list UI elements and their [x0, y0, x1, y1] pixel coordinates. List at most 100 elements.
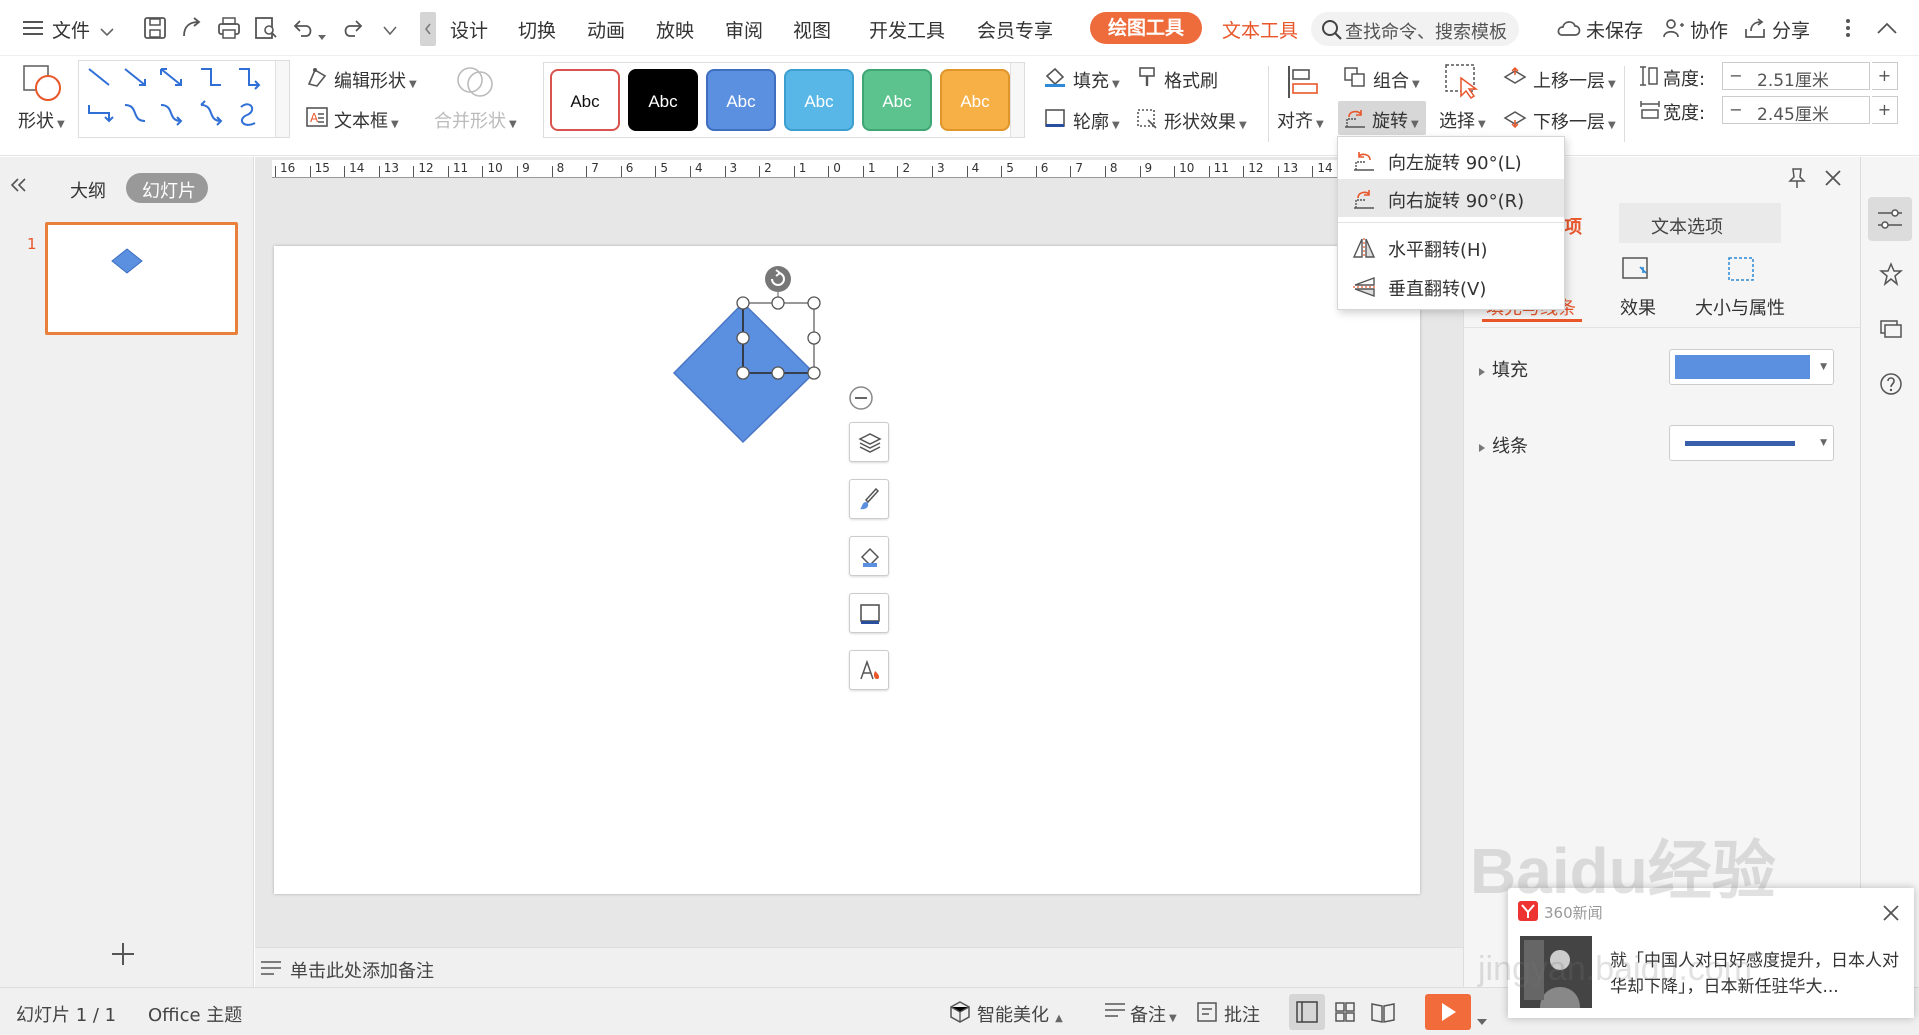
quick-outline-button[interactable] — [849, 593, 889, 633]
effect-icon[interactable] — [1620, 255, 1650, 287]
tab-text-options[interactable]: 文本选项 — [1619, 203, 1781, 243]
select-button[interactable]: 选择 ▼ — [1439, 107, 1486, 133]
fill-button[interactable]: 填充 ▼ — [1073, 67, 1120, 93]
tab-developer[interactable]: 开发工具 — [869, 16, 945, 43]
tab-slideshow[interactable]: 放映 — [656, 16, 694, 43]
textbox-icon[interactable]: A — [305, 106, 329, 132]
normal-view-button[interactable] — [1289, 994, 1325, 1030]
theme-name[interactable]: Office 主题 — [148, 1001, 242, 1027]
format-painter-button[interactable]: 格式刷 — [1164, 67, 1218, 93]
cloud-sync-icon[interactable] — [1556, 17, 1582, 43]
bring-forward-button[interactable]: 上移一层 ▼ — [1533, 67, 1616, 93]
transition-icon[interactable] — [1879, 317, 1903, 345]
menu-flip-vertical[interactable]: 垂直翻转(V) — [1338, 267, 1564, 305]
print-preview-icon[interactable] — [253, 16, 279, 44]
gallery-scrollbar[interactable] — [275, 61, 289, 137]
line-shapes-icon[interactable] — [79, 61, 277, 137]
comments-button[interactable]: 批注 — [1224, 1001, 1260, 1027]
text-effect-button[interactable] — [849, 650, 889, 690]
quick-fill-button[interactable] — [849, 536, 889, 576]
style-box-3[interactable]: Abc — [706, 69, 776, 131]
fill-color-picker[interactable]: ▼ — [1669, 349, 1834, 385]
tab-slides[interactable]: 幻灯片 — [126, 173, 208, 203]
height-increment[interactable]: + — [1872, 62, 1898, 90]
select-icon[interactable] — [1443, 62, 1481, 104]
save-icon[interactable] — [143, 16, 167, 44]
menu-flip-horizontal[interactable]: 水平翻转(H) — [1338, 228, 1564, 266]
play-slideshow-button[interactable] — [1425, 994, 1471, 1030]
align-button[interactable]: 对齐 ▼ — [1277, 107, 1324, 133]
expand-fill-icon[interactable] — [1478, 362, 1486, 381]
width-increment[interactable]: + — [1872, 96, 1898, 124]
tab-view[interactable]: 视图 — [793, 16, 831, 43]
notes-toggle-button[interactable]: 备注 ▼ — [1130, 1001, 1177, 1027]
comments-icon[interactable] — [1195, 1000, 1219, 1028]
tab-text-tools[interactable]: 文本工具 — [1222, 16, 1298, 43]
send-backward-button[interactable]: 下移一层 ▼ — [1533, 108, 1616, 134]
properties-tool[interactable] — [1868, 197, 1912, 241]
redo-icon[interactable] — [340, 17, 364, 43]
fill-icon[interactable] — [1043, 66, 1067, 92]
styles-scrollbar[interactable] — [1010, 63, 1024, 137]
outline-icon[interactable] — [1043, 107, 1067, 133]
align-icon[interactable] — [1285, 64, 1321, 104]
smart-beautify-button[interactable]: 智能美化 ▲ — [977, 1001, 1063, 1027]
line-shapes-gallery[interactable] — [78, 60, 290, 138]
height-input[interactable]: − 2.51厘米 — [1722, 62, 1870, 91]
shape-button[interactable]: 形状 ▼ — [18, 107, 65, 133]
menu-rotate-left-90[interactable]: 向左旋转 90°(L) — [1338, 141, 1564, 179]
send-backward-icon[interactable] — [1502, 107, 1528, 133]
smart-beautify-icon[interactable] — [948, 1000, 972, 1028]
close-news-icon[interactable] — [1882, 904, 1900, 926]
style-box-4[interactable]: Abc — [784, 69, 854, 131]
collapse-panel-icon[interactable] — [10, 177, 28, 196]
size-property-icon[interactable] — [1726, 255, 1756, 287]
undo-dropdown-icon[interactable] — [318, 26, 326, 45]
tab-shape-options[interactable]: 项 — [1564, 213, 1582, 239]
shape-icon[interactable] — [22, 64, 62, 106]
tab-review[interactable]: 审阅 — [725, 16, 763, 43]
rotation-handle[interactable] — [765, 266, 791, 292]
animation-star-icon[interactable] — [1878, 262, 1904, 290]
line-style-picker[interactable]: ▼ — [1669, 425, 1834, 461]
subtab-effect[interactable]: 效果 — [1620, 294, 1656, 320]
expand-line-icon[interactable] — [1478, 438, 1486, 457]
chevron-down-icon[interactable] — [100, 22, 114, 41]
group-button[interactable]: 组合 ▼ — [1373, 67, 1420, 93]
style-box-5[interactable]: Abc — [862, 69, 932, 131]
pin-icon[interactable] — [1786, 167, 1808, 193]
slide[interactable] — [274, 246, 1420, 894]
bring-forward-icon[interactable] — [1502, 66, 1528, 92]
line-section-label[interactable]: 线条 — [1492, 432, 1528, 458]
collaborate-button[interactable]: 协作 — [1690, 16, 1728, 43]
edit-shape-icon[interactable] — [305, 66, 329, 92]
style-box-2[interactable]: Abc — [628, 69, 698, 131]
layer-button[interactable] — [849, 422, 889, 462]
menu-rotate-right-90[interactable]: 向右旋转 90°(R) — [1338, 179, 1564, 217]
share-icon[interactable] — [1743, 17, 1767, 43]
tab-transition[interactable]: 切换 — [518, 16, 556, 43]
shape-effect-icon[interactable] — [1135, 107, 1159, 133]
tab-outline[interactable]: 大纲 — [70, 177, 106, 203]
play-options-icon[interactable] — [1477, 1010, 1487, 1029]
hamburger-icon[interactable] — [22, 18, 44, 42]
unsaved-status[interactable]: 未保存 — [1586, 16, 1643, 43]
tab-animation[interactable]: 动画 — [587, 16, 625, 43]
shape-style-button[interactable] — [849, 479, 889, 519]
style-box-6[interactable]: Abc — [940, 69, 1010, 131]
help-icon[interactable] — [1879, 372, 1903, 400]
tab-drawing-tools[interactable]: 绘图工具 — [1090, 12, 1203, 44]
subtab-size-properties[interactable]: 大小与属性 — [1695, 294, 1785, 320]
format-painter-icon[interactable] — [1136, 66, 1160, 92]
style-box-1[interactable]: Abc — [550, 69, 620, 131]
shape-effect-button[interactable]: 形状效果 ▼ — [1164, 108, 1247, 134]
collapse-toolbar-icon[interactable] — [848, 385, 874, 415]
rotate-button[interactable]: 旋转 ▼ — [1338, 101, 1426, 135]
reading-view-icon[interactable] — [1370, 1000, 1396, 1028]
add-slide-icon[interactable] — [110, 941, 136, 971]
notes-toggle-icon[interactable] — [1104, 1002, 1126, 1024]
export-icon[interactable] — [180, 16, 204, 44]
undo-icon[interactable] — [292, 17, 316, 43]
width-input[interactable]: − 2.45厘米 — [1722, 96, 1870, 125]
textbox-button[interactable]: 文本框 ▼ — [334, 107, 399, 133]
